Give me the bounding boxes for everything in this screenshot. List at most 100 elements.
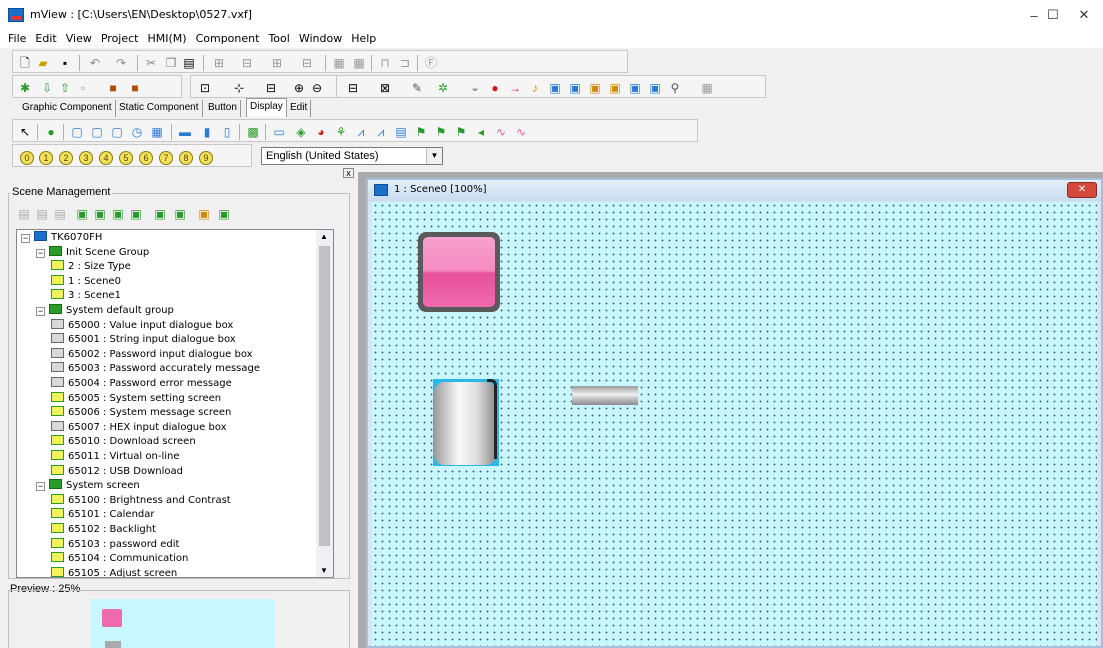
scroll-thumb[interactable] <box>319 246 330 546</box>
tree-item[interactable]: 65010 : Download screen <box>51 435 196 449</box>
history-icon[interactable]: ▣ <box>607 80 623 96</box>
copy-icon[interactable]: ❐ <box>163 55 179 71</box>
size-icon[interactable]: ⊞ <box>269 55 285 71</box>
window-icon[interactable]: ▭ <box>271 124 287 140</box>
text-icon[interactable]: ✲ <box>435 80 451 96</box>
distribute-icon[interactable]: ⊟ <box>239 55 255 71</box>
tab-button[interactable]: Button <box>205 100 241 117</box>
tree-item[interactable]: 65004 : Password error message <box>51 377 232 391</box>
state-0-button[interactable]: 0 <box>20 151 34 165</box>
scene-preview[interactable] <box>90 599 275 648</box>
ascii-display-icon[interactable]: ▢ <box>89 124 105 140</box>
tree-item[interactable]: 65003 : Password accurately message <box>51 362 260 376</box>
tree-item[interactable]: 65105 : Adjust screen <box>51 566 177 577</box>
wave-icon[interactable]: ∿ <box>493 124 509 140</box>
table-display-icon[interactable]: ▤ <box>393 124 409 140</box>
menu-window[interactable]: Window <box>295 30 347 48</box>
tab-static-component[interactable]: Static Component <box>116 100 203 117</box>
scene-duplicate-icon[interactable]: ▣ <box>92 206 108 222</box>
flip-icon[interactable]: ⊐ <box>397 55 413 71</box>
pink-button-component[interactable] <box>418 232 500 312</box>
lamp-icon[interactable]: ◒ <box>467 80 483 96</box>
menu-edit[interactable]: Edit <box>31 30 61 48</box>
tree-expander-icon[interactable]: − <box>36 307 45 316</box>
state-9-button[interactable]: 9 <box>199 151 213 165</box>
align-icon[interactable]: ⊞ <box>211 55 227 71</box>
layout-icon[interactable]: ⊟ <box>263 80 279 96</box>
scene-window-close-button[interactable]: ✕ <box>1067 182 1097 198</box>
scene-copy-icon[interactable]: ▤ <box>34 206 50 222</box>
tree-expander-icon[interactable]: − <box>36 248 45 258</box>
menu-file[interactable]: File <box>4 30 31 48</box>
tree-scrollbar[interactable]: ▲ ▼ <box>316 230 333 577</box>
tree-item[interactable]: 65100 : Brightness and Contrast <box>51 493 231 508</box>
tab-graphic-component[interactable]: Graphic Component <box>19 100 116 117</box>
settings-icon[interactable]: ▫ <box>75 80 91 96</box>
marquee-icon[interactable]: ▬ <box>177 124 193 140</box>
tree-item[interactable]: 2 : Size Type <box>51 260 131 274</box>
zoom-in-icon[interactable]: ⊕ <box>291 80 307 96</box>
open-folder-icon[interactable]: ▰ <box>35 55 51 71</box>
tree-item[interactable]: TK6070FH <box>34 231 102 245</box>
macro-icon[interactable]: ▣ <box>647 80 663 96</box>
menu-hmi[interactable]: HMI(M) <box>143 30 191 48</box>
grid-icon[interactable]: ⊡ <box>197 80 213 96</box>
tree-item[interactable]: 65103 : password edit <box>51 537 179 552</box>
menu-project[interactable]: Project <box>97 30 144 48</box>
tree-item[interactable]: 1 : Scene0 <box>51 274 121 289</box>
wave-plot-icon[interactable]: ∿ <box>513 124 529 140</box>
tree-item[interactable]: 65002 : Password input dialogue box <box>51 347 253 362</box>
date-icon[interactable]: ▦ <box>149 124 165 140</box>
snap-icon[interactable]: ⊹ <box>231 80 247 96</box>
tree-item[interactable]: 65005 : System setting screen <box>51 391 221 406</box>
panel-close-icon[interactable]: x <box>343 168 354 178</box>
simulate-online-icon[interactable]: ■ <box>127 80 143 96</box>
tree-item[interactable]: 65007 : HEX input dialogue box <box>51 420 227 435</box>
bar-graph-icon[interactable]: ▮ <box>199 124 215 140</box>
close-button[interactable]: ✕ <box>1065 0 1103 30</box>
alarm-display-icon[interactable]: ⚑ <box>413 124 429 140</box>
menu-component[interactable]: Component <box>192 30 265 48</box>
meter-icon[interactable]: ▯ <box>219 124 235 140</box>
recipe-icon[interactable]: ▣ <box>547 80 563 96</box>
tree-item[interactable]: 65101 : Calendar <box>51 508 155 522</box>
state-5-button[interactable]: 5 <box>119 151 133 165</box>
scene-ungroup-icon[interactable]: ▣ <box>216 206 232 222</box>
save-icon[interactable]: ▪ <box>57 55 73 71</box>
animation-icon[interactable]: ◈ <box>293 124 309 140</box>
sound-icon[interactable]: ♪ <box>527 80 543 96</box>
arrow-icon[interactable]: → <box>507 80 523 96</box>
tree-item[interactable]: 65000 : Value input dialogue box <box>51 318 233 333</box>
menu-tool[interactable]: Tool <box>264 30 294 48</box>
language-select[interactable]: English (United States) ▼ <box>261 147 443 165</box>
state-2-button[interactable]: 2 <box>59 151 73 165</box>
key-icon[interactable]: ⚲ <box>667 80 683 96</box>
tree-item[interactable]: System default group <box>49 304 174 318</box>
tree-item[interactable]: 65011 : Virtual on-line <box>51 450 180 464</box>
rotate-icon[interactable]: ⊓ <box>377 55 393 71</box>
object-icon[interactable]: ⊟ <box>345 80 361 96</box>
state-8-button[interactable]: 8 <box>179 151 193 165</box>
table-icon[interactable]: ▦ <box>699 80 715 96</box>
simulate-offline-icon[interactable]: ■ <box>105 80 121 96</box>
tree-expander-icon[interactable]: − <box>36 482 45 492</box>
scene-group-icon[interactable]: ▣ <box>196 206 212 222</box>
recipe-display-icon[interactable]: ⚑ <box>453 124 469 140</box>
event-display-icon[interactable]: ⚑ <box>433 124 449 140</box>
record-icon[interactable]: ▣ <box>587 80 603 96</box>
state-4-button[interactable]: 4 <box>99 151 113 165</box>
scene-move-icon[interactable]: ▣ <box>110 206 126 222</box>
cut-icon[interactable]: ✂ <box>143 55 159 71</box>
xy-chart-icon[interactable]: ⩘ <box>373 124 389 140</box>
state-1-button[interactable]: 1 <box>39 151 53 165</box>
scene-popup-icon[interactable]: ▣ <box>172 206 188 222</box>
scene-delete-icon[interactable]: ▤ <box>52 206 68 222</box>
scene-window-titlebar[interactable]: 1 : Scene0 [100%] ✕ <box>368 180 1101 201</box>
scene-tree[interactable]: − TK6070FH − Init Scene Group 2 : Size Type 1… <box>16 229 334 578</box>
new-file-icon[interactable]: 🗋 <box>17 55 33 71</box>
tab-edit[interactable]: Edit <box>287 100 312 117</box>
tree-expander-icon[interactable]: − <box>21 234 30 243</box>
layer-icon[interactable]: ⊟ <box>299 55 315 71</box>
tree-item[interactable]: 65012 : USB Download <box>51 464 183 479</box>
tree-item[interactable]: 3 : Scene1 <box>51 289 121 303</box>
